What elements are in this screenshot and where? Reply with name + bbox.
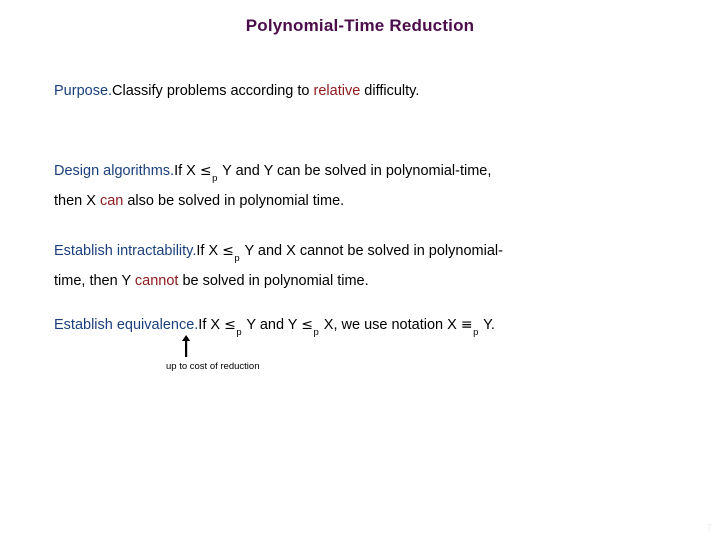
equivalence-line-1: Establish equivalence.If X ≤p Y and Y ≤p… [54, 313, 684, 343]
intractability-line1-b: Y and X cannot be solved in polynomial- [240, 243, 503, 259]
block-heading-establish-equivalence: Establish equivalence. [54, 317, 199, 333]
block-heading-design-algorithms: Design algorithms. [54, 163, 175, 179]
equivalence-line1-c: X, we use notation X [319, 317, 461, 333]
purpose-text-before: Classify problems according to [112, 83, 314, 99]
arrow-up-icon [181, 335, 191, 357]
purpose-emphasis-relative: relative [313, 83, 361, 99]
subscript-p: p [236, 326, 242, 338]
equivalence-line1-b: Y and Y [242, 317, 302, 333]
design-algorithms-line-1: Design algorithms.If X ≤p Y and Y can be… [54, 159, 684, 189]
subscript-p: p [234, 252, 240, 264]
design-line2-a: then X [54, 192, 100, 209]
slide-canvas: Polynomial-Time Reduction Purpose.Classi… [0, 0, 720, 540]
block-heading-establish-intractability: Establish intractability. [54, 243, 197, 259]
intractability-line-1: Establish intractability.If X ≤p Y and X… [54, 239, 684, 269]
purpose-text-after: difficulty. [360, 83, 420, 99]
less-than-or-equal-icon: ≤ [301, 317, 313, 333]
equivalence-icon: ≡ [460, 317, 473, 333]
intractability-line2-b: be solved in polynomial time. [178, 272, 369, 289]
content-block-design-algorithms: Design algorithms.If X ≤p Y and Y can be… [54, 159, 684, 213]
intractability-line1-a: If X [196, 243, 223, 259]
page-number: 7 [706, 523, 712, 534]
design-line2-b: also be solved in polynomial time. [123, 192, 345, 209]
intractability-line2-a: time, then Y [54, 272, 135, 289]
subscript-p: p [473, 326, 479, 338]
content-block-purpose: Purpose.Classify problems according to r… [54, 79, 684, 103]
subscript-p: p [313, 326, 319, 338]
annotation-caption: up to cost of reduction [166, 361, 260, 372]
page-title: Polynomial-Time Reduction [245, 16, 475, 35]
less-than-or-equal-icon: ≤ [199, 163, 212, 179]
block-heading-purpose: Purpose. [54, 83, 113, 99]
design-line1-b: Y and Y can be solved in polynomial-time… [218, 163, 492, 179]
less-than-or-equal-icon: ≤ [222, 243, 234, 259]
content-block-establish-intractability: Establish intractability.If X ≤p Y and X… [54, 239, 684, 293]
subscript-p: p [212, 172, 218, 184]
intractability-emphasis-cannot: cannot [134, 272, 179, 289]
content-block-establish-equivalence: Establish equivalence.If X ≤p Y and Y ≤p… [54, 313, 684, 343]
less-than-or-equal-icon: ≤ [224, 317, 236, 333]
intractability-line-2: time, then Y cannot be solved in polynom… [54, 269, 684, 293]
equivalence-line1-d: Y. [479, 317, 495, 333]
equivalence-line1-a: If X [198, 317, 225, 333]
design-line1-a: If X [174, 163, 200, 179]
design-emphasis-can: can [99, 192, 124, 209]
design-algorithms-line-2: then X can also be solved in polynomial … [54, 189, 684, 213]
